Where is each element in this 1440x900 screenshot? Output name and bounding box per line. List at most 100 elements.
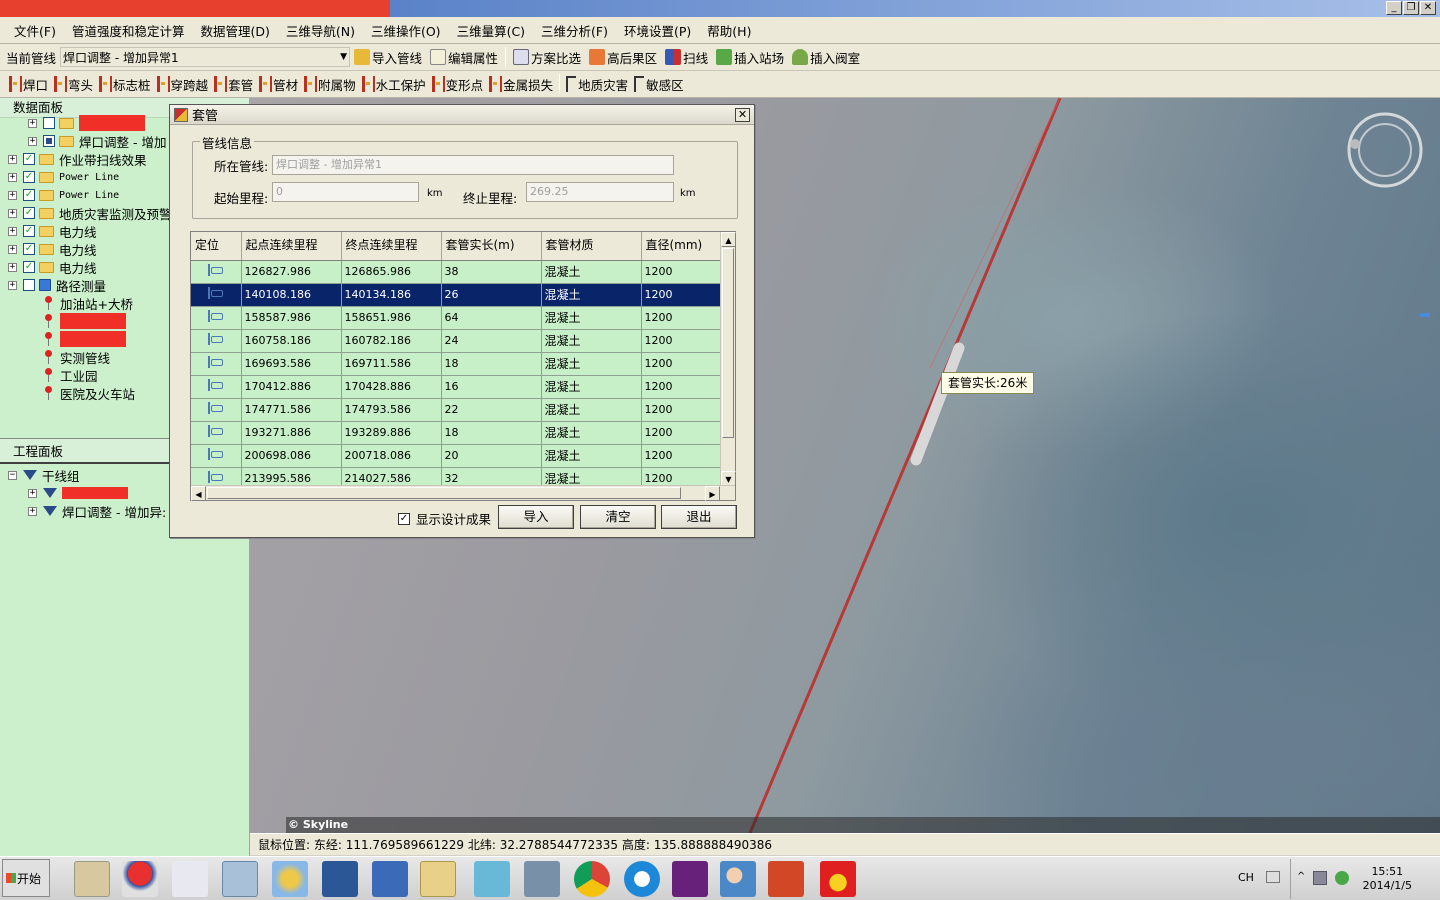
menu-3d-measure[interactable]: 三维量算(C) <box>449 21 533 40</box>
diameter-cell[interactable]: 1200 <box>641 329 722 353</box>
diameter-cell[interactable]: 1200 <box>641 444 722 468</box>
locate-cell[interactable] <box>191 421 242 445</box>
sweep-line-button[interactable]: 扫线 <box>661 46 712 68</box>
network-icon[interactable] <box>1313 871 1327 885</box>
start-button[interactable]: 开始 <box>2 859 50 897</box>
start-mileage-cell[interactable]: 174771.586 <box>241 398 342 422</box>
casing-material-cell[interactable]: 混凝土 <box>541 421 642 445</box>
diameter-cell[interactable]: 1200 <box>641 306 722 330</box>
locate-icon[interactable] <box>208 425 223 437</box>
high-consequence-area-button[interactable]: 高后果区 <box>585 46 661 68</box>
start-mileage-cell[interactable]: 169693.586 <box>241 352 342 376</box>
clear-button[interactable]: 清空 <box>580 505 656 529</box>
sensitive-area-button[interactable]: 敏感区 <box>631 75 687 94</box>
visibility-checkbox[interactable] <box>43 117 55 129</box>
casing-material-cell[interactable]: 混凝土 <box>541 260 642 284</box>
keyboard-icon[interactable] <box>1266 871 1280 883</box>
expand-icon[interactable]: + <box>28 118 37 128</box>
casing-length-cell[interactable]: 38 <box>441 260 542 284</box>
visibility-checkbox[interactable]: ✓ <box>23 171 35 183</box>
expand-icon[interactable]: + <box>8 154 17 164</box>
locate-icon[interactable] <box>208 379 223 391</box>
expand-icon[interactable]: + <box>8 172 17 182</box>
table-row[interactable]: 160758.186 160782.186 24 混凝土 1200 <box>191 329 722 353</box>
visibility-checkbox[interactable]: ✓ <box>23 243 35 255</box>
ie-taskbar-icon[interactable] <box>624 861 660 897</box>
pipeline-field[interactable]: 焊口调整 - 增加异常1 <box>272 155 674 175</box>
visio-taskbar-icon[interactable] <box>372 861 408 897</box>
end-mileage-cell[interactable]: 160782.186 <box>341 329 442 353</box>
exit-button[interactable]: 退出 <box>661 505 737 529</box>
language-indicator[interactable]: CH <box>1238 871 1254 884</box>
locate-cell[interactable] <box>191 260 242 284</box>
locate-icon[interactable] <box>208 356 223 368</box>
snipping-tool-taskbar-icon[interactable] <box>172 861 208 897</box>
menu-pipe-strength[interactable]: 管道强度和稳定计算 <box>64 21 193 40</box>
locate-icon[interactable] <box>208 402 223 414</box>
calculator-taskbar-icon[interactable] <box>222 861 258 897</box>
locate-cell[interactable] <box>191 375 242 399</box>
word-taskbar-icon[interactable] <box>322 861 358 897</box>
scroll-left-icon[interactable]: ◀ <box>191 486 206 501</box>
menu-3d-operation[interactable]: 三维操作(O) <box>363 21 449 40</box>
marker-pile-button[interactable]: 标志桩 <box>96 75 154 94</box>
expand-icon[interactable]: + <box>8 208 17 218</box>
security-icon[interactable] <box>1335 871 1349 885</box>
casing-length-cell[interactable]: 22 <box>441 398 542 422</box>
col-casing-length[interactable]: 套管实长(m) <box>441 232 542 261</box>
messenger-taskbar-icon[interactable] <box>720 861 756 897</box>
casing-material-cell[interactable]: 混凝土 <box>541 329 642 353</box>
import-button[interactable]: 导入 <box>498 505 574 529</box>
table-row[interactable]: 158587.986 158651.986 64 混凝土 1200 <box>191 306 722 330</box>
col-end-mileage[interactable]: 终点连续里程 <box>341 232 442 261</box>
insert-valve-room-button[interactable]: 插入阀室 <box>788 46 864 68</box>
locate-cell[interactable] <box>191 398 242 422</box>
start-mileage-field[interactable]: 0 <box>272 182 419 202</box>
locate-cell[interactable] <box>191 306 242 330</box>
diameter-cell[interactable]: 1200 <box>641 283 722 307</box>
expand-icon[interactable]: + <box>28 488 37 498</box>
menu-3d-navigation[interactable]: 三维导航(N) <box>278 21 363 40</box>
edit-attributes-button[interactable]: 编辑属性 <box>426 46 502 68</box>
table-row[interactable]: 140108.186 140134.186 26 混凝土 1200 <box>191 283 722 307</box>
diameter-cell[interactable]: 1200 <box>641 352 722 376</box>
minimize-button[interactable]: _ <box>1386 1 1402 15</box>
locate-icon[interactable] <box>208 264 223 276</box>
visibility-checkbox[interactable]: ✓ <box>23 153 35 165</box>
menu-environment[interactable]: 环境设置(P) <box>616 21 699 40</box>
table-row[interactable]: 193271.886 193289.886 18 混凝土 1200 <box>191 421 722 445</box>
end-mileage-cell[interactable]: 170428.886 <box>341 375 442 399</box>
powerpoint-taskbar-icon[interactable] <box>768 861 804 897</box>
casing-length-cell[interactable]: 18 <box>441 421 542 445</box>
diameter-cell[interactable]: 1200 <box>641 398 722 422</box>
casing-length-cell[interactable]: 20 <box>441 444 542 468</box>
visual-studio-taskbar-icon[interactable] <box>672 861 708 897</box>
insert-station-button[interactable]: 插入站场 <box>712 46 788 68</box>
visibility-checkbox[interactable]: ✓ <box>23 225 35 237</box>
col-casing-material[interactable]: 套管材质 <box>541 232 642 261</box>
geohazard-button[interactable]: 地质灾害 <box>563 75 631 94</box>
table-row[interactable]: 169693.586 169711.586 18 混凝土 1200 <box>191 352 722 376</box>
end-mileage-cell[interactable]: 200718.086 <box>341 444 442 468</box>
visibility-checkbox[interactable] <box>23 279 35 291</box>
folder-taskbar-icon[interactable] <box>420 861 456 897</box>
start-mileage-cell[interactable]: 126827.986 <box>241 260 342 284</box>
menu-file[interactable]: 文件(F) <box>6 21 64 40</box>
visibility-checkbox[interactable]: ✓ <box>23 261 35 273</box>
grid-horizontal-scrollbar[interactable]: ◀ ▶ <box>191 485 735 501</box>
casing-length-cell[interactable]: 24 <box>441 329 542 353</box>
locate-icon[interactable] <box>208 287 223 299</box>
casing-material-cell[interactable]: 混凝土 <box>541 306 642 330</box>
expand-icon[interactable]: + <box>8 280 17 290</box>
scroll-up-icon[interactable]: ▲ <box>721 232 736 247</box>
locate-icon[interactable] <box>208 448 223 460</box>
casing-length-cell[interactable]: 26 <box>441 283 542 307</box>
col-start-mileage[interactable]: 起点连续里程 <box>241 232 342 261</box>
current-pipeline-select[interactable]: 焊口调整 - 增加异常1 ▼ <box>60 47 351 67</box>
table-row[interactable]: 200698.086 200718.086 20 混凝土 1200 <box>191 444 722 468</box>
diameter-cell[interactable]: 1200 <box>641 260 722 284</box>
pipe-material-button[interactable]: 管材 <box>256 75 301 94</box>
visibility-checkbox[interactable]: ✓ <box>23 207 35 219</box>
diameter-cell[interactable]: 1200 <box>641 421 722 445</box>
paint-taskbar-icon[interactable] <box>272 861 308 897</box>
